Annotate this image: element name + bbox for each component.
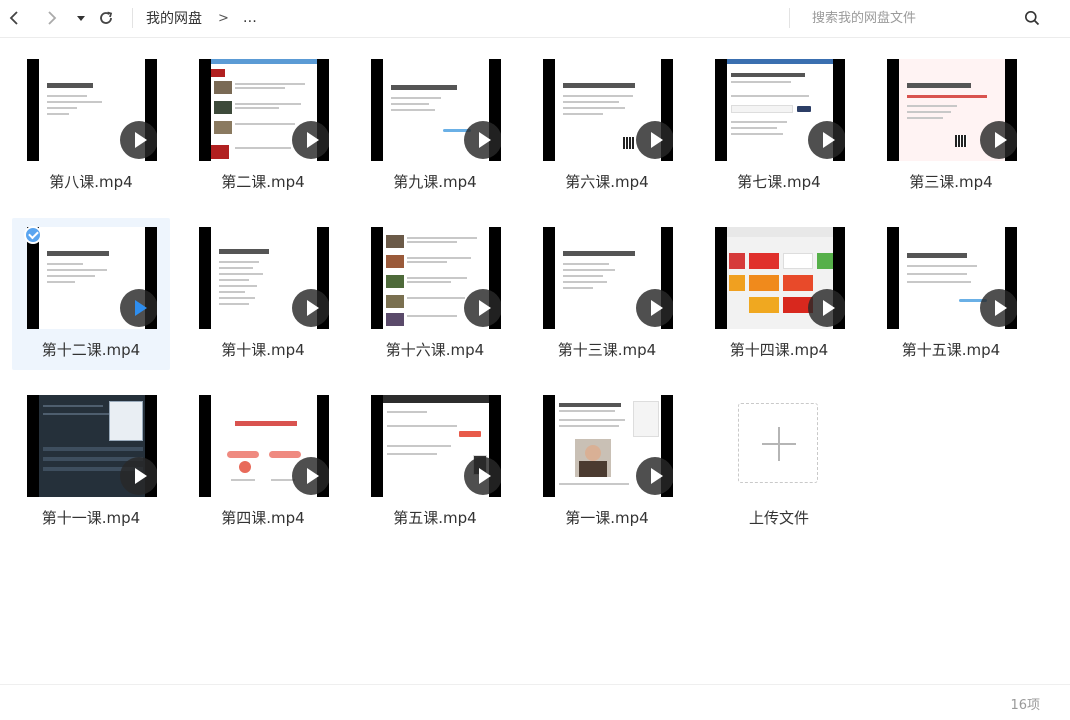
checkmark-icon[interactable] [24, 226, 42, 244]
file-tile[interactable]: 第十四课.mp4 [700, 218, 858, 370]
video-thumbnail [27, 227, 157, 329]
search-box [790, 5, 1052, 31]
play-icon [120, 289, 157, 327]
play-icon [980, 121, 1017, 159]
video-thumbnail [715, 227, 845, 329]
file-name: 第八课.mp4 [49, 173, 133, 191]
play-icon [808, 121, 845, 159]
breadcrumb: 我的网盘 > … [146, 8, 258, 28]
toolbar: 我的网盘 > … [0, 0, 1070, 38]
upload-label: 上传文件 [748, 509, 809, 527]
file-tile[interactable]: 第十六课.mp4 [356, 218, 514, 370]
video-thumbnail [543, 227, 673, 329]
file-tile[interactable]: 第五课.mp4 [356, 386, 514, 538]
play-icon [464, 121, 501, 159]
breadcrumb-root[interactable]: 我的网盘 [146, 8, 202, 28]
file-tile[interactable]: 第九课.mp4 [356, 50, 514, 202]
file-name: 第十课.mp4 [221, 341, 305, 359]
play-icon [464, 457, 501, 495]
file-tile-selected[interactable]: 第十二课.mp4 [12, 218, 170, 370]
refresh-icon [100, 11, 113, 24]
toolbar-divider [132, 8, 133, 28]
play-icon [808, 289, 845, 327]
file-tile[interactable]: 第六课.mp4 [528, 50, 686, 202]
file-name: 第二课.mp4 [221, 173, 305, 191]
file-tile[interactable]: 第一课.mp4 [528, 386, 686, 538]
video-thumbnail [887, 227, 1017, 329]
video-thumbnail [715, 59, 845, 161]
video-thumbnail [371, 227, 501, 329]
play-icon [636, 289, 673, 327]
file-tile[interactable]: 第二课.mp4 [184, 50, 342, 202]
search-input[interactable] [790, 5, 1020, 31]
status-bar: 16项 [0, 684, 1070, 720]
video-thumbnail [543, 395, 673, 497]
play-icon [292, 457, 329, 495]
search-button[interactable] [1022, 8, 1042, 28]
file-name: 第四课.mp4 [221, 509, 305, 527]
video-thumbnail [887, 59, 1017, 161]
file-name: 第七课.mp4 [737, 173, 821, 191]
video-thumbnail [199, 59, 329, 161]
forward-button[interactable] [42, 7, 62, 29]
back-button[interactable] [4, 7, 24, 29]
file-tile[interactable]: 第四课.mp4 [184, 386, 342, 538]
item-count: 16项 [1010, 698, 1040, 713]
file-tile[interactable]: 第十课.mp4 [184, 218, 342, 370]
caret-down-icon [77, 16, 85, 21]
play-icon [464, 289, 501, 327]
file-tile[interactable]: 第十五课.mp4 [872, 218, 1030, 370]
video-thumbnail [371, 59, 501, 161]
file-tile[interactable]: 第三课.mp4 [872, 50, 1030, 202]
play-icon [292, 121, 329, 159]
video-thumbnail [543, 59, 673, 161]
play-icon [120, 121, 157, 159]
file-name: 第十二课.mp4 [41, 341, 141, 359]
chevron-left-icon [9, 11, 18, 25]
chevron-right-icon [48, 11, 57, 25]
file-tile[interactable]: 第八课.mp4 [12, 50, 170, 202]
search-icon [1025, 11, 1040, 26]
video-thumbnail [27, 59, 157, 161]
history-dropdown-button[interactable] [74, 7, 88, 29]
breadcrumb-more[interactable]: … [243, 10, 258, 26]
play-icon [636, 121, 673, 159]
video-thumbnail [199, 227, 329, 329]
file-name: 第十六课.mp4 [385, 341, 485, 359]
file-tile[interactable]: 第十三课.mp4 [528, 218, 686, 370]
file-grid: 第八课.mp4 第二课.mp4 第九课.mp4 第六课.mp4 第七课.mp4 … [12, 50, 1062, 560]
play-icon [636, 457, 673, 495]
file-name: 第十五课.mp4 [901, 341, 1001, 359]
file-name: 第五课.mp4 [393, 509, 477, 527]
video-thumbnail [27, 395, 157, 497]
file-name: 第九课.mp4 [393, 173, 477, 191]
play-icon [292, 289, 329, 327]
play-icon [120, 457, 157, 495]
file-name: 第十三课.mp4 [557, 341, 657, 359]
plus-icon[interactable] [738, 403, 818, 483]
file-name: 第十一课.mp4 [41, 509, 141, 527]
video-thumbnail [371, 395, 501, 497]
file-tile[interactable]: 第十一课.mp4 [12, 386, 170, 538]
video-thumbnail [199, 395, 329, 497]
upload-tile[interactable]: 上传文件 [700, 386, 858, 538]
breadcrumb-separator: > [218, 10, 229, 26]
play-icon [980, 289, 1017, 327]
file-tile[interactable]: 第七课.mp4 [700, 50, 858, 202]
file-name: 第六课.mp4 [565, 173, 649, 191]
refresh-button[interactable] [96, 7, 116, 29]
file-name: 第一课.mp4 [565, 509, 649, 527]
file-name: 第三课.mp4 [909, 173, 993, 191]
file-name: 第十四课.mp4 [729, 341, 829, 359]
